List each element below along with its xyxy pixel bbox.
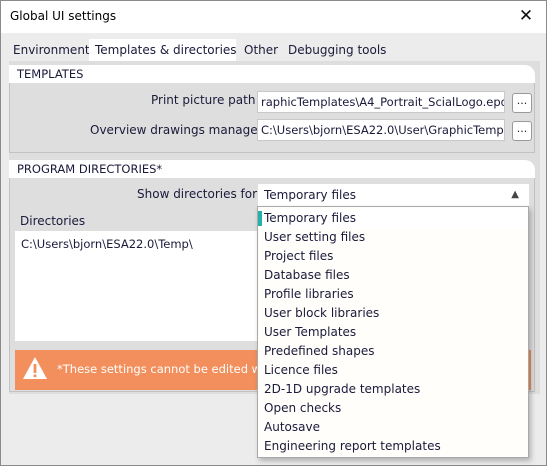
dropdown-option[interactable]: Profile libraries	[258, 285, 528, 304]
window-title: Global UI settings	[10, 9, 117, 23]
warning-icon	[23, 357, 47, 379]
list-item[interactable]: C:\Users\bjorn\ESA22.0\Temp\	[21, 237, 193, 251]
dropdown-option[interactable]: Licence files	[258, 361, 528, 380]
dropdown-option[interactable]: Autosave	[258, 418, 528, 437]
templates-heading: TEMPLATES	[9, 65, 535, 83]
warning-text: *These settings cannot be edited while	[57, 362, 257, 376]
title-bar: Global UI settings ✕	[1, 1, 546, 33]
dropdown-option[interactable]: Project files	[258, 247, 528, 266]
dropdown-option[interactable]: User block libraries	[258, 304, 528, 323]
directories-dropdown-list: Temporary files User setting files Proje…	[257, 206, 529, 458]
chevron-up-icon: ▲	[511, 189, 519, 200]
tab-environment[interactable]: Environment	[7, 39, 96, 61]
dropdown-option[interactable]: 2D-1D upgrade templates	[258, 380, 528, 399]
dropdown-option[interactable]: Engineering report templates	[258, 437, 528, 456]
directories-list[interactable]: C:\Users\bjorn\ESA22.0\Temp\	[15, 231, 259, 341]
overview-drawings-browse-button[interactable]: ...	[512, 121, 532, 141]
dropdown-option[interactable]: Open checks	[258, 399, 528, 418]
show-directories-label: Show directories for	[137, 187, 258, 201]
overview-drawings-label: Overview drawings manager	[90, 123, 263, 137]
print-picture-path-field[interactable]: raphicTemplates\A4_Portrait_ScialLogo.ep…	[257, 91, 505, 113]
tab-templates-directories[interactable]: Templates & directories	[89, 39, 237, 61]
directories-label: Directories	[20, 214, 86, 228]
dropdown-option[interactable]: User Templates	[258, 323, 528, 342]
tab-other[interactable]: Other	[238, 39, 284, 61]
dropdown-option[interactable]: Predefined shapes	[258, 342, 528, 361]
print-picture-path-label: Print picture path	[151, 93, 256, 107]
close-icon[interactable]: ✕	[514, 5, 538, 27]
dropdown-option[interactable]: User setting files	[258, 228, 528, 247]
show-directories-select[interactable]: Temporary files ▲	[258, 184, 529, 206]
dropdown-option[interactable]: Database files	[258, 266, 528, 285]
settings-window: Global UI settings ✕ Environment Templat…	[0, 0, 547, 466]
dropdown-option[interactable]: Temporary files	[258, 209, 528, 228]
overview-drawings-field[interactable]: C:\Users\bjorn\ESA22.0\User\GraphicTempl	[257, 119, 505, 141]
select-value: Temporary files	[264, 188, 356, 202]
program-directories-heading: PROGRAM DIRECTORIES*	[9, 160, 535, 178]
tab-debugging-tools[interactable]: Debugging tools	[282, 39, 392, 61]
print-picture-browse-button[interactable]: ...	[512, 93, 532, 113]
